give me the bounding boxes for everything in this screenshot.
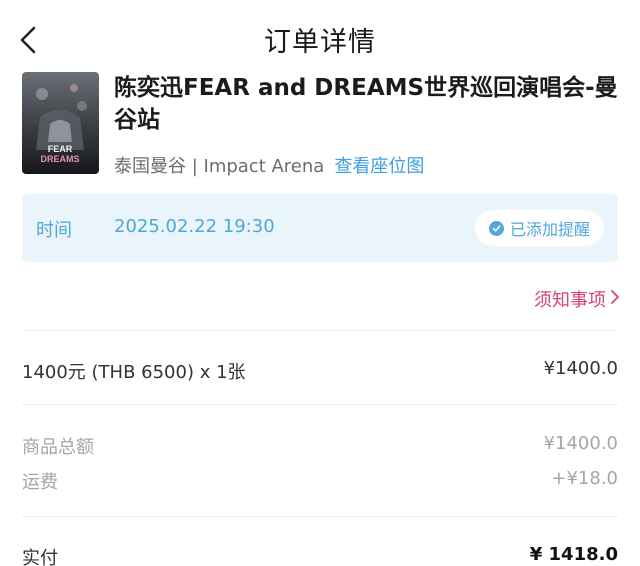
check-circle-icon	[488, 220, 504, 236]
chevron-right-icon	[610, 289, 620, 310]
total-value: ¥ 1418.0	[529, 544, 618, 565]
reminder-button[interactable]: 已添加提醒	[474, 210, 604, 246]
notice-label: 须知事项	[534, 290, 606, 311]
total-label: 实付	[22, 548, 58, 566]
poster-image: FEAR DREAMS	[22, 72, 99, 174]
subtotal-label: 商品总额	[22, 437, 94, 458]
divider	[22, 404, 618, 405]
notice-link[interactable]: 须知事项	[534, 286, 620, 312]
shipping-value: +¥18.0	[551, 468, 618, 489]
subtotal-value: ¥1400.0	[543, 433, 618, 454]
reminder-label: 已添加提醒	[509, 220, 590, 239]
venue-row: 泰国曼谷 | Impact Arena 查看座位图	[114, 152, 424, 178]
time-label: 时间	[36, 220, 72, 241]
divider	[22, 330, 618, 331]
seat-map-link[interactable]: 查看座位图	[334, 156, 424, 177]
event-poster[interactable]: FEAR DREAMS	[22, 72, 99, 174]
event-datetime: 2025.02.22 19:30	[114, 216, 275, 237]
header-bar: 订单详情	[0, 0, 640, 80]
ticket-price: ¥1400.0	[543, 358, 618, 379]
divider	[22, 516, 618, 517]
svg-text:FEAR: FEAR	[48, 144, 73, 154]
event-card: FEAR DREAMS 陈奕迅FEAR and DREAMS世界巡回演唱会-曼谷…	[22, 72, 622, 182]
ticket-description: 1400元 (THB 6500) x 1张	[22, 362, 246, 383]
venue-text: 泰国曼谷 | Impact Arena	[114, 156, 325, 177]
svg-text:DREAMS: DREAMS	[40, 154, 79, 164]
time-panel: 时间 2025.02.22 19:30 已添加提醒	[22, 194, 618, 262]
event-name: 陈奕迅FEAR and DREAMS世界巡回演唱会-曼谷站	[114, 75, 618, 133]
shipping-label: 运费	[22, 472, 58, 493]
page-title: 订单详情	[264, 27, 376, 58]
